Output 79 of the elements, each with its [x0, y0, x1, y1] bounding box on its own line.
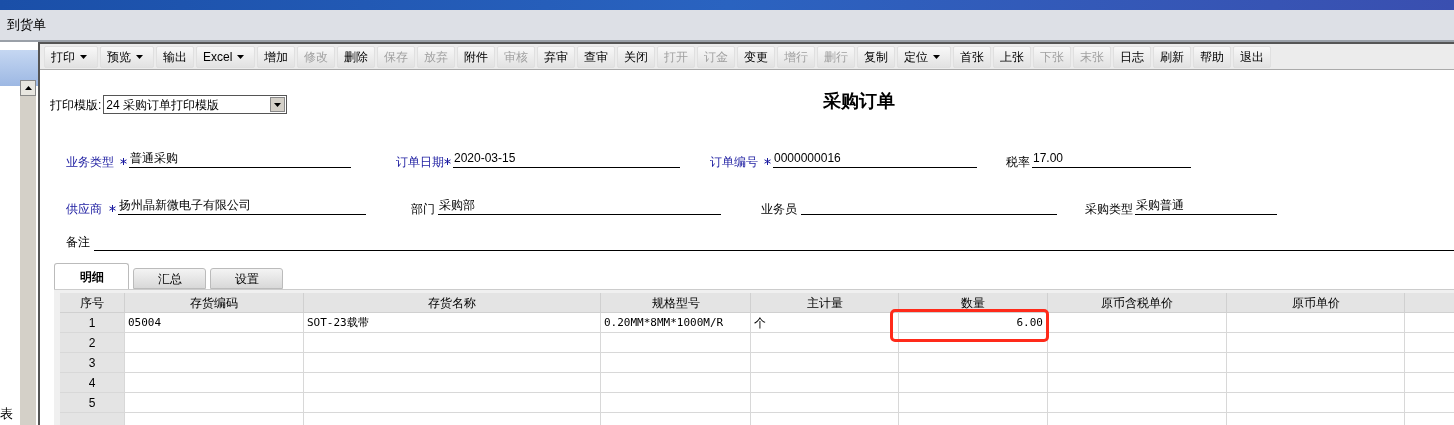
field-label: 业务类型 [66, 154, 114, 171]
input-field[interactable]: 2020-03-15 [453, 150, 680, 168]
input-field[interactable]: 17.00 [1032, 150, 1191, 168]
field-label: 订单编号 [710, 154, 758, 171]
toolbar-button[interactable]: 附件 [457, 45, 496, 68]
form-title: 采购订单 [823, 90, 895, 113]
toolbar-button[interactable]: 日志 [1113, 45, 1152, 68]
field-label: 订单日期 [396, 154, 444, 171]
input-field[interactable]: 普通采购 [129, 150, 351, 168]
column-header[interactable]: 原币单价 [1227, 293, 1405, 313]
caret-icon [274, 102, 282, 107]
dropdown-button[interactable] [270, 97, 286, 112]
row-number: 2 [60, 333, 125, 353]
field-label: 部门 [411, 201, 435, 218]
toolbar-button[interactable]: 输出 [156, 45, 194, 68]
asterisk-icon [109, 205, 116, 212]
toolbar-button[interactable]: 删除 [337, 45, 376, 68]
table-cell [1405, 373, 1454, 393]
table-cell [1405, 313, 1454, 333]
table-cell: 05004 [125, 313, 304, 333]
caret-icon [80, 54, 87, 59]
tab[interactable]: 明细 [54, 263, 129, 289]
field-label: 业务员 [761, 201, 797, 218]
toolbar-button[interactable]: 增加 [257, 45, 296, 68]
toolbar-button[interactable]: 打印 [44, 45, 98, 68]
asterisk-icon [120, 158, 127, 165]
table-cell: 个 [751, 313, 899, 333]
toolbar-button[interactable]: 刷新 [1153, 45, 1192, 68]
table-cell [1405, 393, 1454, 413]
sidebar-header [0, 50, 38, 86]
toolbar-button[interactable]: 上张 [993, 45, 1032, 68]
column-header[interactable]: 规格型号 [601, 293, 751, 313]
toolbar-button[interactable]: 帮助 [1193, 45, 1232, 68]
toolbar-button[interactable]: 首张 [953, 45, 992, 68]
template-select[interactable]: 24 采购订单打印模版 [103, 95, 288, 114]
row-number: 5 [60, 393, 125, 413]
row-number: 4 [60, 373, 125, 393]
toolbar-button[interactable]: 预览 [100, 45, 154, 68]
asterisk-icon [764, 158, 771, 165]
toolbar-button[interactable]: 退出 [1233, 45, 1272, 68]
column-header[interactable]: 原币含税单价 [1048, 293, 1227, 313]
table-cell [1405, 333, 1454, 353]
input-field[interactable]: 扬州晶新微电子有限公司 [118, 197, 366, 215]
input-field[interactable]: 0000000016 [773, 150, 977, 168]
toolbar-button[interactable]: 定位 [897, 45, 952, 68]
up-arrow-icon [24, 86, 32, 90]
sidebar-text[interactable]: 表 [0, 404, 13, 424]
field-label: 采购类型 [1085, 201, 1133, 218]
toolbar-button[interactable]: Excel [196, 45, 256, 68]
input-field[interactable]: 采购普通 [1135, 197, 1277, 215]
column-header[interactable]: 序号 [60, 293, 125, 313]
field-label: 供应商 [66, 201, 102, 218]
toolbar-button[interactable]: 关闭 [617, 45, 656, 68]
caret-icon [136, 54, 143, 59]
caret-icon [933, 54, 941, 59]
field-label: 税率 [1006, 154, 1030, 171]
column-header[interactable]: 存货编码 [125, 293, 304, 313]
tab[interactable]: 设置 [210, 268, 283, 289]
input-field[interactable]: 采购部 [438, 197, 721, 215]
window-tab[interactable]: 到货单 [7, 15, 46, 35]
tab[interactable]: 汇总 [133, 268, 206, 289]
table-cell [1405, 353, 1454, 373]
column-header[interactable]: 主计量 [751, 293, 899, 313]
scroll-up-button[interactable] [20, 80, 36, 96]
toolbar-button[interactable]: 变更 [737, 45, 776, 68]
toolbar-button[interactable]: 复制 [857, 45, 896, 68]
caret-icon [237, 54, 245, 59]
row-number: 1 [60, 313, 125, 333]
table-cell: SOT-23载带 [304, 313, 601, 333]
table-cell: 6.00 [899, 313, 1048, 333]
column-header[interactable]: 存货名称 [304, 293, 601, 313]
field-label: 备注 [66, 234, 90, 251]
row-number: 3 [60, 353, 125, 373]
toolbar-button[interactable]: 弃审 [537, 45, 576, 68]
field-label: 打印模版: [50, 96, 102, 114]
asterisk-icon [444, 158, 451, 165]
scrollbar[interactable] [20, 80, 36, 425]
toolbar-button[interactable]: 查审 [577, 45, 616, 68]
table-cell: 0.20MM*8MM*1000M/R [601, 313, 751, 333]
